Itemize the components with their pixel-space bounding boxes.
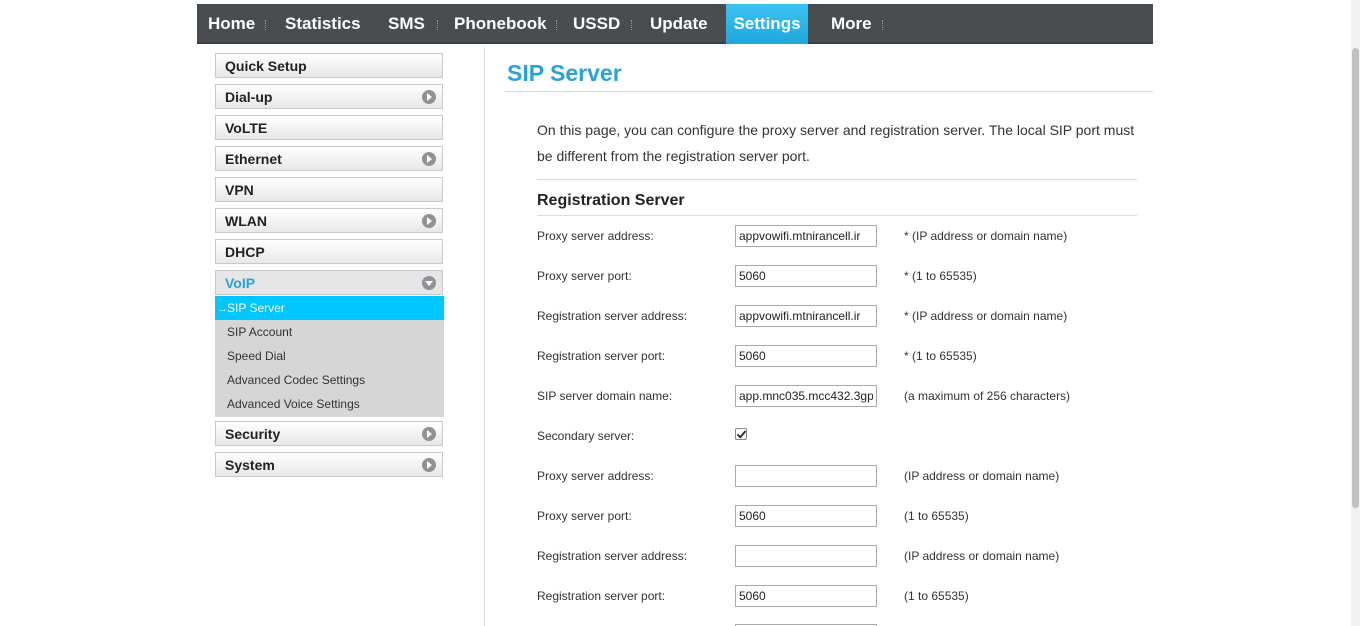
nav-separator [556, 20, 559, 30]
sidebar-item-label: VoIP [225, 275, 256, 291]
sidebar-item-system[interactable]: System [215, 452, 443, 477]
scrollbar-thumb[interactable] [1352, 48, 1359, 508]
submenu-item-sip-account[interactable]: SIP Account [215, 320, 444, 344]
registration-port-label: Registration server port: [537, 349, 666, 363]
nav-phonebook[interactable]: Phonebook [454, 4, 547, 44]
submenu-item-advanced-voice[interactable]: Advanced Voice Settings [215, 392, 444, 416]
nav-separator [437, 20, 440, 30]
secondary-server-checkbox[interactable] [735, 428, 747, 440]
sidebar-item-label: System [225, 457, 275, 473]
sidebar-item-dhcp[interactable]: DHCP [215, 239, 443, 264]
registration-address-input[interactable] [735, 305, 877, 327]
sidebar-item-quick-setup[interactable]: Quick Setup [215, 53, 443, 78]
divider [537, 179, 1137, 180]
divider [484, 47, 485, 626]
sidebar-item-wlan[interactable]: WLAN [215, 208, 443, 233]
sidebar-item-label: Dial-up [225, 89, 273, 105]
nav-update[interactable]: Update [650, 4, 708, 44]
expand-arrow-icon [422, 152, 436, 166]
registration-port-hint: * (1 to 65535) [904, 349, 977, 363]
sidebar-item-security[interactable]: Security [215, 421, 443, 446]
registration-address-label: Registration server address: [537, 309, 688, 323]
nav-separator [265, 20, 268, 30]
proxy-port-label: Proxy server port: [537, 269, 632, 283]
secondary-registration-port-hint: (1 to 65535) [904, 589, 969, 603]
divider [505, 91, 1153, 92]
nav-ussd[interactable]: USSD [573, 4, 620, 44]
secondary-server-label: Secondary server: [537, 429, 635, 443]
secondary-proxy-address-hint: (IP address or domain name) [904, 469, 1060, 483]
nav-separator [631, 20, 634, 30]
nav-sms[interactable]: SMS [388, 4, 425, 44]
sidebar-item-label: Ethernet [225, 151, 282, 167]
page-title: SIP Server [507, 60, 622, 86]
sidebar-item-ethernet[interactable]: Ethernet [215, 146, 443, 171]
secondary-proxy-address-label: Proxy server address: [537, 469, 654, 483]
secondary-proxy-address-input[interactable] [735, 465, 877, 487]
sidebar-item-label: Security [225, 426, 281, 442]
secondary-registration-port-input[interactable] [735, 585, 877, 607]
sidebar-item-label: Quick Setup [225, 58, 307, 74]
proxy-address-input[interactable] [735, 225, 877, 247]
submenu-item-label: SIP Server [227, 301, 285, 315]
secondary-registration-port-label: Registration server port: [537, 589, 666, 603]
nav-settings[interactable]: Settings [726, 4, 808, 44]
secondary-proxy-port-input[interactable] [735, 505, 877, 527]
secondary-registration-address-label: Registration server address: [537, 549, 688, 563]
proxy-port-hint: * (1 to 65535) [904, 269, 977, 283]
expand-arrow-icon [422, 458, 436, 472]
secondary-proxy-port-label: Proxy server port: [537, 509, 632, 523]
sidebar-item-dial-up[interactable]: Dial-up [215, 84, 443, 109]
secondary-registration-address-input[interactable] [735, 545, 877, 567]
sidebar-item-label: VPN [225, 182, 254, 198]
submenu-item-speed-dial[interactable]: Speed Dial [215, 344, 444, 368]
sidebar-item-label: WLAN [225, 213, 267, 229]
registration-port-input[interactable] [735, 345, 877, 367]
sidebar-item-voip[interactable]: VoIP [215, 270, 443, 295]
proxy-address-label: Proxy server address: [537, 229, 654, 243]
sidebar-item-volte[interactable]: VoLTE [215, 115, 443, 140]
expand-arrow-icon [422, 214, 436, 228]
nav-home[interactable]: Home [208, 4, 255, 44]
sidebar-item-label: DHCP [225, 244, 265, 260]
sidebar-item-vpn[interactable]: VPN [215, 177, 443, 202]
arrow-right-icon: → [217, 303, 228, 315]
sip-domain-label: SIP server domain name: [537, 389, 673, 403]
nav-separator [882, 20, 885, 30]
voip-submenu: →SIP Server SIP Account Speed Dial Advan… [215, 296, 444, 417]
top-navigation: Home Statistics SMS Phonebook USSD Updat… [197, 4, 1153, 44]
collapse-arrow-icon [422, 276, 436, 290]
nav-statistics[interactable]: Statistics [285, 4, 361, 44]
sip-domain-hint: (a maximum of 256 characters) [904, 389, 1071, 403]
expand-arrow-icon [422, 90, 436, 104]
expand-arrow-icon [422, 427, 436, 441]
sip-domain-input[interactable] [735, 385, 877, 407]
page-description: On this page, you can configure the prox… [537, 122, 1135, 164]
sidebar-item-label: VoLTE [225, 120, 268, 136]
submenu-item-sip-server[interactable]: →SIP Server [215, 296, 444, 320]
submenu-item-advanced-codec[interactable]: Advanced Codec Settings [215, 368, 444, 392]
proxy-port-input[interactable] [735, 265, 877, 287]
secondary-registration-address-hint: (IP address or domain name) [904, 549, 1060, 563]
divider [537, 215, 1137, 216]
section-title: Registration Server [537, 192, 685, 209]
proxy-address-hint: * (IP address or domain name) [904, 229, 1068, 243]
nav-more[interactable]: More [831, 4, 872, 44]
secondary-proxy-port-hint: (1 to 65535) [904, 509, 969, 523]
registration-address-hint: * (IP address or domain name) [904, 309, 1068, 323]
